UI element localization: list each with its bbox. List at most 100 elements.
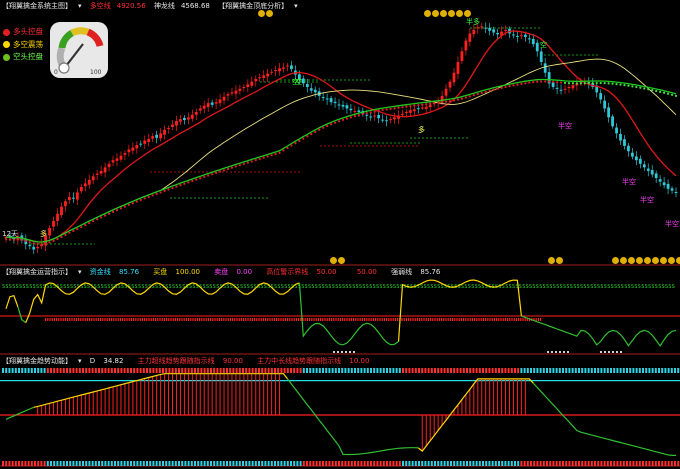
momentum-top-band — [190, 368, 193, 373]
trend-dot — [294, 142, 297, 145]
candle-body — [345, 105, 349, 109]
momentum-top-band — [34, 368, 36, 373]
trend-dot — [290, 144, 293, 147]
trend-dot — [425, 103, 428, 106]
osc-bar — [540, 318, 542, 321]
sub-indicator-title[interactable]: 【翔翼擒金顶底分析】 — [218, 2, 288, 10]
momentum-top-band — [411, 368, 414, 373]
momentum-bottom-band — [146, 461, 148, 466]
momentum-bottom-band — [610, 461, 612, 466]
osc-bar — [485, 318, 487, 321]
dropdown-icon[interactable]: ▾ — [78, 357, 82, 365]
osc-bar — [69, 318, 71, 321]
osc-bar — [368, 318, 370, 321]
oscillator-title[interactable]: 【翔翼擒金运营指示】 — [2, 268, 72, 276]
momentum-top-band — [379, 368, 382, 373]
momentum-bottom-band — [334, 461, 337, 466]
osc-bar — [405, 318, 407, 321]
timeframe-label[interactable]: 12天 — [2, 229, 18, 239]
candle-body — [214, 102, 218, 104]
signal-badge[interactable] — [258, 10, 273, 17]
osc-bar — [339, 318, 341, 321]
bottom-marker — [345, 351, 347, 353]
candle-body — [468, 33, 472, 42]
momentum-top-band — [184, 368, 187, 373]
osc-bar — [183, 318, 185, 321]
momentum-bottom-band — [360, 461, 363, 466]
dropdown-icon[interactable]: ▾ — [78, 2, 82, 10]
dropdown-icon[interactable]: ▾ — [294, 2, 298, 10]
momentum-bottom-band — [555, 461, 558, 466]
dropdown-icon[interactable]: ▾ — [78, 268, 82, 276]
osc-bar — [267, 318, 269, 321]
trend-dot — [599, 81, 602, 85]
osc-bar — [166, 318, 168, 321]
momentum-bottom-band — [114, 461, 116, 466]
trend-dot — [92, 220, 95, 223]
signal-badge[interactable] — [612, 257, 680, 264]
osc-bar — [344, 318, 346, 321]
trend-dot — [28, 240, 31, 244]
momentum-top-band — [206, 368, 209, 373]
osc-bar — [104, 318, 106, 321]
trend-dot — [262, 156, 265, 159]
momentum-bottom-band — [14, 461, 17, 466]
momentum-top-band — [114, 368, 116, 373]
momentum-top-band — [648, 368, 651, 373]
osc-bar — [355, 318, 357, 321]
momentum-top-band — [482, 368, 484, 373]
signal-badge[interactable] — [424, 10, 471, 17]
momentum-top-band — [264, 368, 267, 373]
trend-dot — [76, 227, 79, 231]
trend-dot — [44, 242, 47, 245]
bottom-marker — [616, 351, 618, 353]
signal-badge[interactable] — [330, 257, 345, 264]
osc-bar — [515, 318, 517, 321]
candle-body — [183, 117, 186, 121]
candle-body — [329, 98, 333, 103]
momentum-top-band — [130, 368, 132, 373]
momentum-top-band — [274, 368, 276, 373]
candle-body — [492, 29, 496, 33]
osc-bar — [496, 318, 498, 321]
osc-bar — [416, 318, 418, 321]
osc-bar — [214, 318, 216, 321]
osc-bar — [322, 318, 324, 321]
momentum-top-band — [219, 368, 222, 373]
trend-dot — [444, 100, 448, 103]
momentum-top-band — [654, 368, 657, 373]
candle-body — [262, 75, 266, 78]
signal-badge[interactable] — [548, 257, 563, 264]
momentum-bottom-band — [363, 461, 366, 466]
momentum-top-band — [510, 368, 513, 373]
trend-dot — [298, 139, 301, 143]
momentum-bottom-band — [402, 461, 404, 466]
osc-bar — [432, 318, 434, 321]
momentum-top-band — [626, 368, 628, 373]
momentum-top-band — [242, 368, 244, 373]
osc-bar — [364, 318, 366, 321]
momentum-top-band — [523, 368, 526, 373]
osc-bar — [337, 318, 339, 321]
trend-dot — [40, 242, 43, 246]
trend-dot — [222, 169, 226, 172]
momentum-top-band — [408, 368, 411, 373]
trend-dot — [643, 87, 646, 90]
momentum-top-band — [472, 368, 475, 373]
momentum-top-band — [456, 368, 459, 373]
osc-bar — [452, 318, 454, 321]
osc-bar — [119, 318, 121, 321]
momentum-bottom-band — [395, 461, 398, 466]
osc-bar — [478, 318, 480, 321]
bottom-marker — [333, 351, 335, 353]
osc-bar — [170, 318, 172, 321]
osc-bar — [434, 318, 436, 321]
momentum-bottom-band — [184, 461, 187, 466]
momentum-bottom-band — [440, 461, 443, 466]
momentum-bottom-band — [475, 461, 478, 466]
main-chart-title[interactable]: 【翔翼擒金系统主图】 — [2, 2, 72, 10]
osc-bar — [205, 318, 207, 321]
momentum-title[interactable]: 【翔翼擒金趋势动能】 — [2, 357, 72, 365]
candle-body — [202, 105, 206, 109]
osc-bar — [53, 318, 55, 321]
